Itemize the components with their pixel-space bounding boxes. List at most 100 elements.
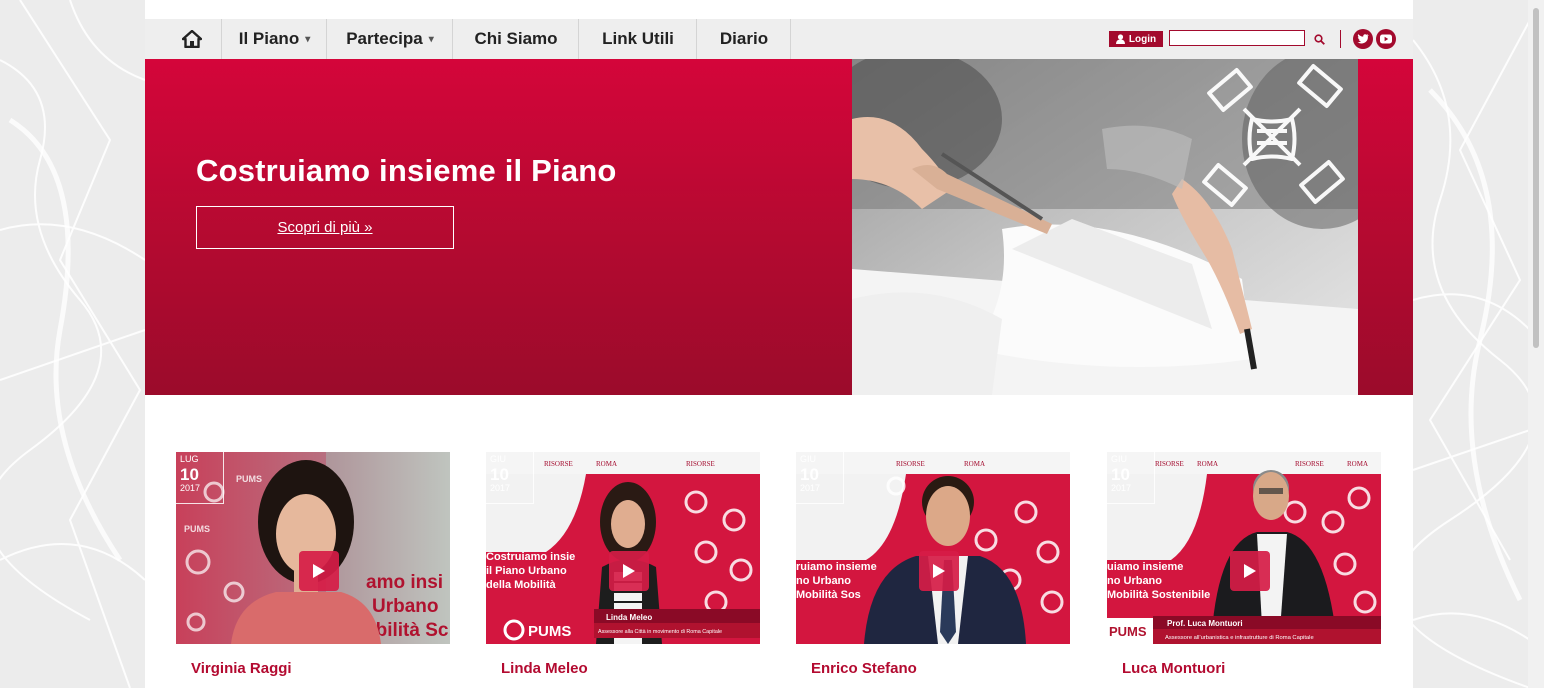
nav-item-label: Link Utili (602, 29, 674, 48)
video-card: RISORSE ROMA RISORSE ROMA uiamo insieme … (1107, 452, 1381, 677)
thumb-roma-label: ROMA (964, 460, 985, 468)
thumb-pums-label: PUMS (1109, 624, 1147, 639)
slide-text-line: Urbano (372, 596, 439, 617)
nav-item-label: Diario (719, 29, 769, 48)
play-button[interactable] (919, 551, 959, 591)
play-icon (1244, 564, 1256, 578)
video-date-year: 2017 (180, 483, 201, 493)
video-thumbnail[interactable]: RISORSE ROMA RISORSE Costruiamo insie il… (486, 452, 760, 644)
thumb-risorse-label: RISORSE (1155, 460, 1184, 468)
overlay-role: Assessore all'urbanistica e infrastruttu… (1165, 635, 1314, 641)
overlay-name: Linda Meleo (606, 613, 652, 622)
login-label: Login (1128, 33, 1157, 45)
video-card: PUMS PUMS amo insi Urbano obilità Sc LUG… (176, 452, 450, 677)
scrollbar[interactable] (1528, 0, 1544, 688)
login-button[interactable]: Login (1109, 31, 1163, 47)
slide-text-line: della Mobilità (486, 579, 557, 591)
social-divider (1340, 30, 1341, 48)
video-thumbnail[interactable]: PUMS PUMS amo insi Urbano obilità Sc LUG… (176, 452, 450, 644)
nav-item-diario[interactable]: Diario (696, 19, 791, 59)
chevron-down-icon: ▾ (428, 33, 434, 45)
play-icon (933, 564, 945, 578)
youtube-icon (1380, 34, 1392, 44)
thumb-risorse-label: RISORSE (544, 460, 573, 468)
page-container: Il Piano ▾ Partecipa ▾ Chi Siamo Link Util… (145, 0, 1413, 688)
play-button[interactable] (1230, 551, 1270, 591)
slide-text-line: no Urbano (1107, 575, 1162, 587)
twitter-link[interactable] (1353, 29, 1373, 49)
nav-item-label: Partecipa (346, 29, 423, 48)
video-title[interactable]: Enrico Stefano (796, 660, 1070, 677)
video-card: RISORSE ROMA RISORSE Costruiamo insie il… (486, 452, 760, 677)
video-date-day: 10 (800, 465, 819, 484)
video-date-month: GIU (1111, 454, 1128, 464)
overlay-name: Prof. Luca Montuori (1167, 619, 1243, 628)
slide-text-line: amo insi (366, 572, 443, 593)
play-icon (313, 564, 325, 578)
nav-item-label: Il Piano (238, 29, 300, 48)
thumb-roma-label: ROMA (596, 460, 617, 468)
video-thumbnail[interactable]: RISORSE ROMA ruiamo insieme no Urbano Mo… (796, 452, 1070, 644)
hero-discover-button[interactable]: Scopri di più » (196, 206, 454, 249)
scrollbar-thumb[interactable] (1533, 8, 1539, 348)
play-button[interactable] (299, 551, 339, 591)
overlay-role: Assessore alla Città in movimento di Rom… (598, 629, 722, 635)
video-date: LUG 10 2017 (176, 452, 224, 504)
thumb-pums-label: PUMS (184, 524, 210, 534)
thumb-roma-label: ROMA (1347, 460, 1368, 468)
hero-photo (852, 59, 1358, 395)
video-date-year: 2017 (800, 483, 821, 493)
video-card: RISORSE ROMA ruiamo insieme no Urbano Mo… (796, 452, 1070, 677)
thumb-roma-label: ROMA (1197, 460, 1218, 468)
hero-title: Costruiamo insieme il Piano (196, 153, 617, 188)
thumb-pums-label: PUMS (236, 474, 262, 484)
search-button[interactable] (1309, 29, 1329, 49)
main-navbar: Il Piano ▾ Partecipa ▾ Chi Siamo Link Util… (145, 19, 1413, 59)
top-strip (145, 0, 1413, 19)
video-date-day: 10 (180, 465, 199, 484)
hero-banner: Costruiamo insieme il Piano Scopri di pi… (145, 59, 1413, 467)
nav-item-chi-siamo[interactable]: Chi Siamo (452, 19, 579, 59)
video-title[interactable]: Virginia Raggi (176, 660, 450, 677)
video-date: GIU 10 2017 (1107, 452, 1155, 504)
slide-text-line: Mobilità Sostenibile (1107, 589, 1210, 601)
thumb-pums-label: PUMS (528, 623, 571, 640)
slide-text-line: Costruiamo insie (486, 551, 575, 563)
nav-item-link-utili[interactable]: Link Utili (578, 19, 697, 59)
thumb-risorse-label: RISORSE (686, 460, 715, 468)
video-date-day: 10 (1111, 465, 1130, 484)
youtube-link[interactable] (1376, 29, 1396, 49)
video-date-year: 2017 (490, 483, 511, 493)
nav-divider (790, 19, 791, 59)
search-input[interactable] (1169, 30, 1305, 46)
slide-text-line: ruiamo insieme (796, 561, 877, 573)
play-icon (623, 564, 635, 578)
video-title[interactable]: Linda Meleo (486, 660, 760, 677)
video-date-month: LUG (180, 454, 199, 464)
video-section: PUMS PUMS amo insi Urbano obilità Sc LUG… (145, 395, 1413, 688)
thumb-risorse-label: RISORSE (1295, 460, 1324, 468)
nav-item-partecipa[interactable]: Partecipa ▾ (326, 19, 453, 59)
video-date: GIU 10 2017 (796, 452, 844, 504)
video-date: GIU 10 2017 (486, 452, 534, 504)
slide-text-line: Mobilità Sos (796, 589, 861, 601)
nav-home[interactable] (163, 19, 221, 59)
video-date-day: 10 (490, 465, 509, 484)
play-button[interactable] (609, 551, 649, 591)
home-icon (182, 30, 202, 48)
slide-text-line: no Urbano (796, 575, 851, 587)
nav-item-il-piano[interactable]: Il Piano ▾ (221, 19, 327, 59)
video-date-month: GIU (490, 454, 507, 464)
video-date-year: 2017 (1111, 483, 1132, 493)
nav-item-label: Chi Siamo (474, 29, 558, 48)
user-icon (1115, 34, 1125, 44)
search-icon (1313, 33, 1325, 45)
twitter-icon (1357, 34, 1369, 44)
slide-text-line: uiamo insieme (1107, 561, 1183, 573)
video-title[interactable]: Luca Montuori (1107, 660, 1381, 677)
video-thumbnail[interactable]: RISORSE ROMA RISORSE ROMA uiamo insieme … (1107, 452, 1381, 644)
slide-text-line: il Piano Urbano (486, 565, 567, 577)
chevron-down-icon: ▾ (305, 33, 311, 45)
hero-photo-illustration (852, 59, 1358, 395)
thumb-risorse-label: RISORSE (896, 460, 925, 468)
